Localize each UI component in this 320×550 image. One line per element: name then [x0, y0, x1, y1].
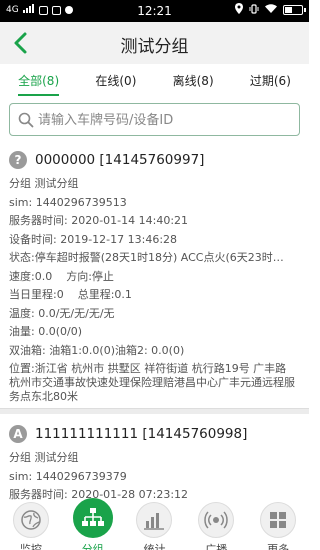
search-box	[9, 103, 300, 136]
nav-broadcast-circle	[198, 502, 235, 538]
vibrate-icon	[249, 3, 259, 17]
device-daily-mileage: 当日里程:0	[9, 288, 64, 301]
device-status-icon: A	[9, 425, 27, 443]
tab-offline[interactable]: 离线(8)	[155, 64, 232, 98]
device-title: 111111111111 [14145760998]	[35, 426, 248, 442]
wifi-icon	[265, 3, 277, 17]
device-time: 设备时间: 2019-12-17 13:46:28	[9, 232, 178, 246]
nav-monitor[interactable]: 监控	[0, 502, 62, 550]
nav-more-label: 更多	[267, 543, 290, 550]
globe-icon	[21, 510, 41, 530]
nav-group-label: 分组	[81, 543, 104, 550]
grid-icon	[270, 512, 287, 528]
nav-statistics-label: 统计	[143, 543, 166, 550]
nav-more-circle	[260, 502, 297, 538]
device-sim: sim: 1440296739513	[9, 195, 127, 209]
tab-expired[interactable]: 过期(6)	[232, 64, 309, 98]
device-status-icon: ?	[9, 151, 27, 169]
device-temperature: 温度: 0.0/无/无/无/无	[9, 306, 115, 320]
device-card-header: ? 0000000 [14145760997]	[9, 148, 300, 172]
device-title: 0000000 [14145760997]	[35, 152, 205, 168]
device-server-time: 服务器时间: 2020-01-14 14:40:21	[9, 214, 189, 227]
tab-all[interactable]: 全部(8)	[0, 64, 77, 98]
device-direction: 方向:停止	[66, 269, 114, 283]
broadcast-icon	[204, 511, 229, 529]
nav-statistics[interactable]: 统计	[124, 502, 186, 550]
device-oil: 油量: 0.0(0/0)	[9, 325, 82, 338]
page-title: 测试分组	[120, 37, 189, 57]
nav-group[interactable]: 分组	[62, 498, 124, 550]
device-group: 分组 测试分组	[9, 451, 79, 464]
nav-monitor-label: 监控	[19, 543, 42, 550]
search-icon	[18, 112, 34, 128]
device-speed-direction: 速度:0.0 方向:停止	[9, 268, 300, 287]
status-bar: 4G 12:21	[0, 0, 309, 22]
device-status: 状态:停车超时报警(28天1时18分) ACC点火(6天23时…	[9, 251, 284, 264]
search-input[interactable]	[38, 108, 293, 132]
device-speed: 速度:0.0	[9, 269, 53, 283]
device-sim: sim: 1440296739379	[9, 469, 127, 483]
battery-icon	[283, 5, 306, 15]
location-icon	[235, 3, 243, 17]
device-group: 分组 测试分组	[9, 177, 79, 190]
org-tree-icon	[81, 508, 104, 526]
bar-chart-icon	[144, 513, 165, 530]
nav-monitor-circle	[12, 502, 49, 538]
nav-group-circle	[72, 498, 113, 538]
filter-tabs: 全部(8) 在线(0) 离线(8) 过期(6)	[0, 64, 309, 98]
device-server-time: 服务器时间: 2020-01-28 07:23:12	[9, 488, 189, 501]
device-mileage: 当日里程:0 总里程:0.1	[9, 286, 300, 305]
nav-broadcast[interactable]: 广播	[185, 502, 247, 550]
device-total-mileage: 总里程:0.1	[77, 288, 132, 301]
status-right-icons	[235, 3, 306, 17]
title-bar: 测试分组	[0, 22, 309, 64]
device-list: ? 0000000 [14145760997] 分组 测试分组 sim: 144…	[0, 140, 309, 502]
nav-broadcast-label: 广播	[205, 543, 228, 550]
nav-more[interactable]: 更多	[247, 502, 309, 550]
device-card[interactable]: ? 0000000 [14145760997] 分组 测试分组 sim: 144…	[0, 140, 309, 408]
nav-statistics-circle	[136, 502, 173, 538]
device-dual-oil: 双油箱: 油箱1:0.0(0)油箱2: 0.0(0)	[9, 343, 185, 357]
device-card-header: A 111111111111 [14145760998]	[9, 422, 300, 446]
bottom-nav: 监控 分组 统计 广播 更多	[0, 498, 309, 550]
device-card[interactable]: A 111111111111 [14145760998] 分组 测试分组 sim…	[0, 414, 309, 502]
device-location: 位置:浙江省 杭州市 拱墅区 祥符街道 杭行路19号 广丰路 杭州市交通事故快速…	[9, 362, 295, 403]
tab-online[interactable]: 在线(0)	[77, 64, 154, 98]
